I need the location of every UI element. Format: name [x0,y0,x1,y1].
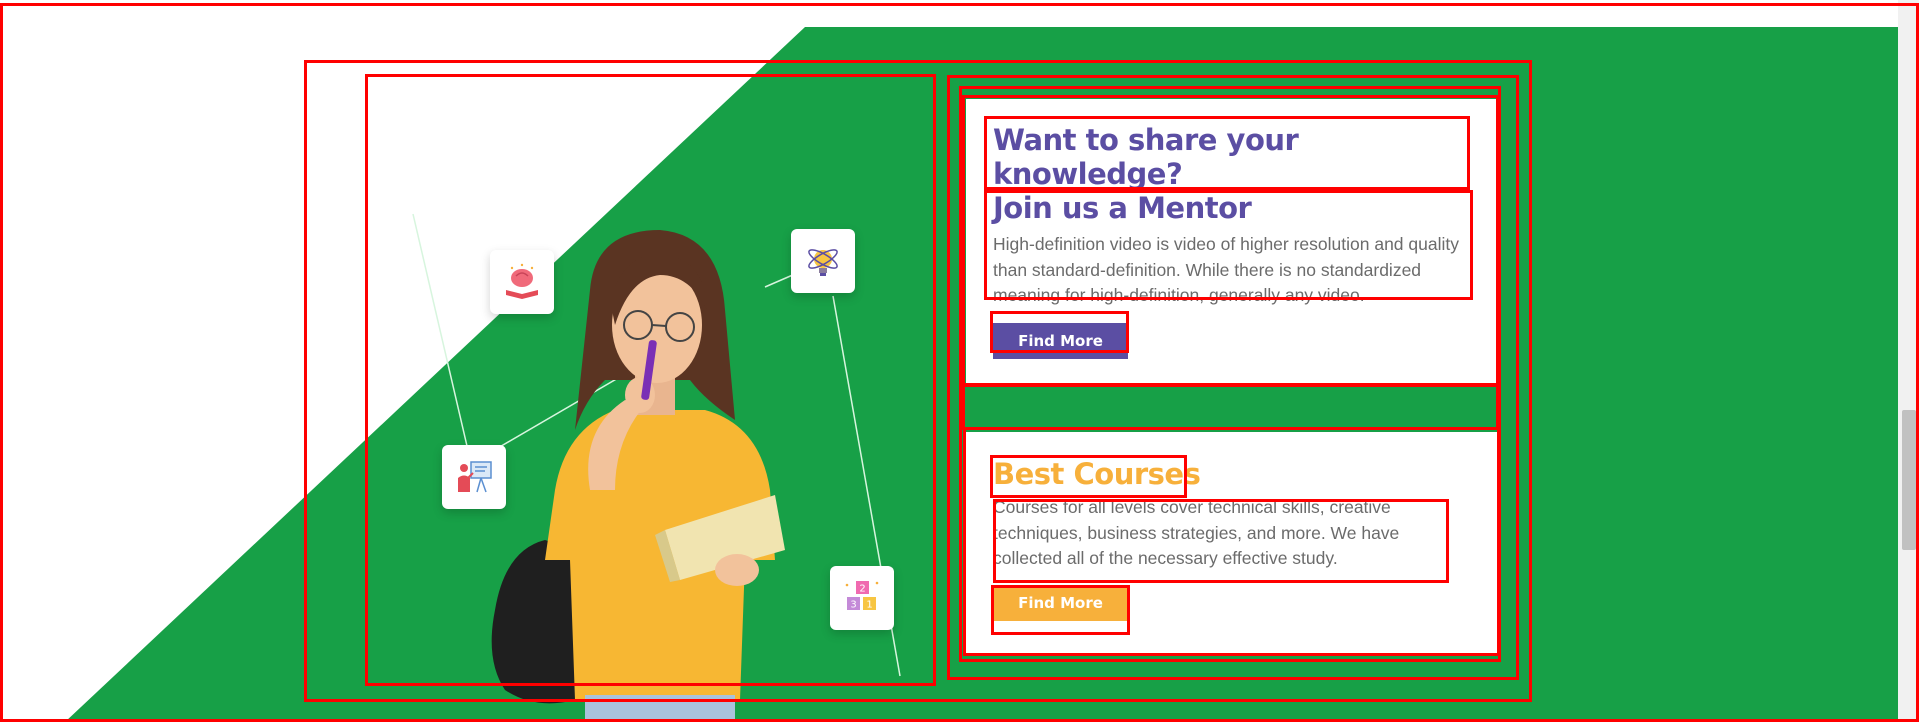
green-diagonal-background [65,27,1898,722]
scrollbar[interactable] [1898,0,1919,722]
mentor-card: Want to share your knowledge? Join us a … [966,99,1496,383]
number-blocks-icon: 2 3 1 [830,566,894,630]
mentor-card-description: High-definition video is video of higher… [993,234,1459,305]
hero-illustration: 2 3 1 [365,74,935,720]
mentor-title-line2: Join us a Mentor [993,191,1252,225]
student-illustration [491,230,785,720]
courses-card-description: Courses for all levels cover technical s… [993,497,1400,568]
mentor-card-title: Want to share your knowledge? Join us a … [993,123,1488,225]
courses-card: Best Courses Courses for all levels cove… [966,432,1497,654]
scrollbar-thumb[interactable] [1902,410,1916,550]
courses-find-more-button[interactable]: Find More [993,584,1128,621]
courses-card-title: Best Courses [993,457,1201,491]
mentor-find-more-button[interactable]: Find More [993,322,1128,359]
block-digit-left: 3 [850,600,856,611]
block-digit-right: 1 [866,600,872,611]
block-digit-top: 2 [859,584,865,595]
mentor-title-line1: Want to share your knowledge? [993,123,1299,191]
